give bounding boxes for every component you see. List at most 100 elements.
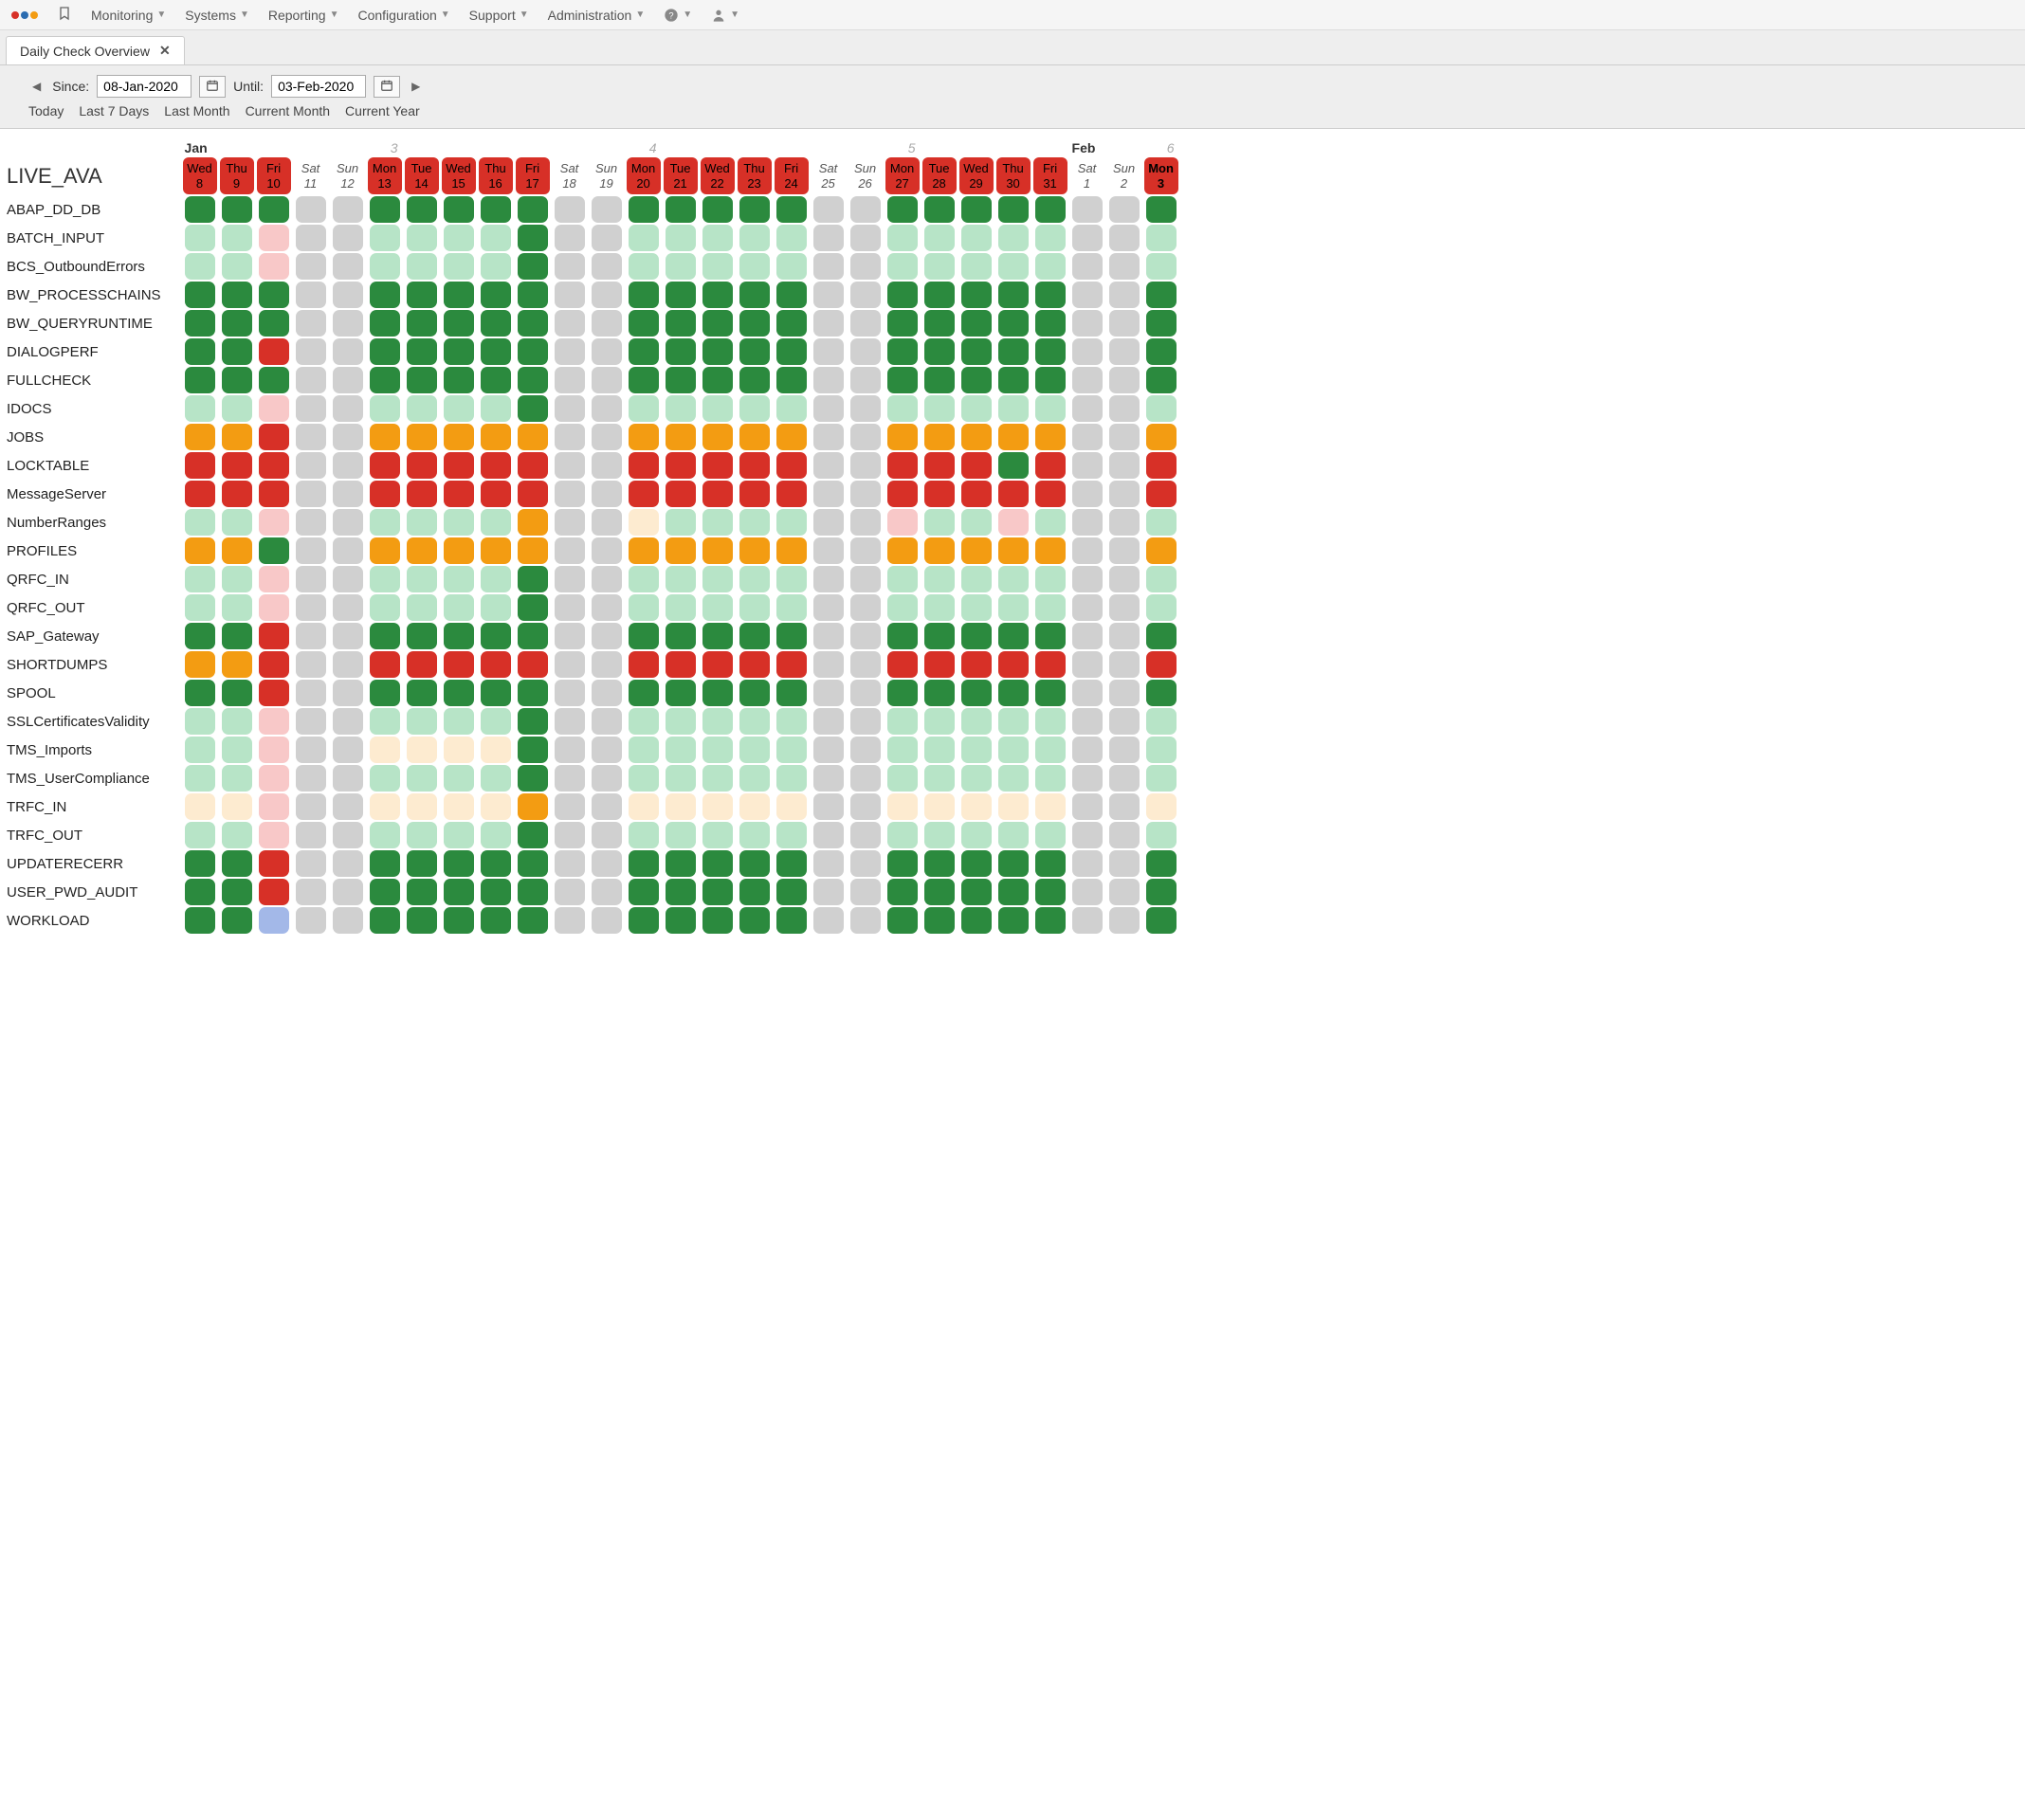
status-cell[interactable] bbox=[701, 367, 735, 393]
status-cell[interactable] bbox=[1107, 367, 1141, 393]
status-cell[interactable] bbox=[738, 367, 772, 393]
quick-last-month[interactable]: Last Month bbox=[164, 103, 229, 118]
status-cell[interactable] bbox=[442, 737, 476, 763]
status-cell[interactable] bbox=[405, 481, 439, 507]
status-cell[interactable] bbox=[1144, 481, 1178, 507]
status-cell[interactable] bbox=[738, 537, 772, 564]
status-cell[interactable] bbox=[479, 338, 513, 365]
status-cell[interactable] bbox=[331, 253, 365, 280]
status-cell[interactable] bbox=[553, 452, 587, 479]
status-cell[interactable] bbox=[1144, 282, 1178, 308]
status-cell[interactable] bbox=[590, 310, 624, 337]
status-cell[interactable] bbox=[294, 822, 328, 848]
status-cell[interactable] bbox=[922, 907, 957, 934]
status-cell[interactable] bbox=[220, 395, 254, 422]
status-cell[interactable] bbox=[1107, 907, 1141, 934]
status-cell[interactable] bbox=[220, 481, 254, 507]
status-cell[interactable] bbox=[479, 253, 513, 280]
status-cell[interactable] bbox=[1144, 850, 1178, 877]
status-cell[interactable] bbox=[590, 680, 624, 706]
status-cell[interactable] bbox=[479, 537, 513, 564]
status-cell[interactable] bbox=[368, 623, 402, 649]
status-cell[interactable] bbox=[885, 225, 920, 251]
status-cell[interactable] bbox=[479, 737, 513, 763]
status-cell[interactable] bbox=[775, 793, 809, 820]
status-cell[interactable] bbox=[775, 253, 809, 280]
status-cell[interactable] bbox=[294, 481, 328, 507]
day-header[interactable]: Thu9 bbox=[220, 157, 254, 194]
status-cell[interactable] bbox=[1070, 907, 1104, 934]
status-cell[interactable] bbox=[1033, 566, 1067, 592]
status-cell[interactable] bbox=[996, 594, 1031, 621]
status-cell[interactable] bbox=[368, 651, 402, 678]
status-cell[interactable] bbox=[922, 225, 957, 251]
status-cell[interactable] bbox=[959, 850, 994, 877]
status-cell[interactable] bbox=[257, 594, 291, 621]
status-cell[interactable] bbox=[996, 367, 1031, 393]
status-cell[interactable] bbox=[553, 708, 587, 735]
status-cell[interactable] bbox=[257, 793, 291, 820]
check-label[interactable]: BATCH_INPUT bbox=[7, 225, 180, 251]
status-cell[interactable] bbox=[405, 566, 439, 592]
status-cell[interactable] bbox=[812, 253, 846, 280]
status-cell[interactable] bbox=[664, 481, 698, 507]
status-cell[interactable] bbox=[183, 566, 217, 592]
status-cell[interactable] bbox=[257, 424, 291, 450]
status-cell[interactable] bbox=[405, 765, 439, 792]
status-cell[interactable] bbox=[664, 708, 698, 735]
status-cell[interactable] bbox=[294, 566, 328, 592]
status-cell[interactable] bbox=[775, 566, 809, 592]
status-cell[interactable] bbox=[368, 481, 402, 507]
status-cell[interactable] bbox=[1107, 822, 1141, 848]
status-cell[interactable] bbox=[405, 310, 439, 337]
status-cell[interactable] bbox=[922, 879, 957, 905]
status-cell[interactable] bbox=[220, 850, 254, 877]
status-cell[interactable] bbox=[183, 680, 217, 706]
status-cell[interactable] bbox=[738, 793, 772, 820]
status-cell[interactable] bbox=[701, 765, 735, 792]
status-cell[interactable] bbox=[959, 282, 994, 308]
status-cell[interactable] bbox=[442, 395, 476, 422]
status-cell[interactable] bbox=[812, 225, 846, 251]
status-cell[interactable] bbox=[701, 651, 735, 678]
status-cell[interactable] bbox=[479, 708, 513, 735]
status-cell[interactable] bbox=[331, 481, 365, 507]
status-cell[interactable] bbox=[220, 253, 254, 280]
status-cell[interactable] bbox=[959, 680, 994, 706]
status-cell[interactable] bbox=[775, 537, 809, 564]
status-cell[interactable] bbox=[812, 793, 846, 820]
status-cell[interactable] bbox=[812, 594, 846, 621]
status-cell[interactable] bbox=[331, 367, 365, 393]
day-header[interactable]: Fri24 bbox=[775, 157, 809, 194]
status-cell[interactable] bbox=[738, 907, 772, 934]
status-cell[interactable] bbox=[516, 225, 550, 251]
status-cell[interactable] bbox=[257, 566, 291, 592]
status-cell[interactable] bbox=[1144, 196, 1178, 223]
status-cell[interactable] bbox=[294, 225, 328, 251]
status-cell[interactable] bbox=[405, 737, 439, 763]
status-cell[interactable] bbox=[1070, 537, 1104, 564]
status-cell[interactable] bbox=[331, 196, 365, 223]
status-cell[interactable] bbox=[516, 424, 550, 450]
status-cell[interactable] bbox=[627, 338, 661, 365]
status-cell[interactable] bbox=[442, 566, 476, 592]
status-cell[interactable] bbox=[775, 708, 809, 735]
next-range-button[interactable]: ▶ bbox=[408, 80, 424, 93]
status-cell[interactable] bbox=[442, 253, 476, 280]
status-cell[interactable] bbox=[479, 765, 513, 792]
status-cell[interactable] bbox=[738, 594, 772, 621]
status-cell[interactable] bbox=[294, 623, 328, 649]
status-cell[interactable] bbox=[405, 850, 439, 877]
status-cell[interactable] bbox=[627, 424, 661, 450]
status-cell[interactable] bbox=[590, 623, 624, 649]
status-cell[interactable] bbox=[1070, 879, 1104, 905]
day-header[interactable]: Thu30 bbox=[996, 157, 1031, 194]
status-cell[interactable] bbox=[294, 850, 328, 877]
status-cell[interactable] bbox=[442, 452, 476, 479]
status-cell[interactable] bbox=[331, 338, 365, 365]
status-cell[interactable] bbox=[885, 623, 920, 649]
status-cell[interactable] bbox=[996, 737, 1031, 763]
status-cell[interactable] bbox=[1070, 623, 1104, 649]
status-cell[interactable] bbox=[664, 594, 698, 621]
status-cell[interactable] bbox=[996, 310, 1031, 337]
